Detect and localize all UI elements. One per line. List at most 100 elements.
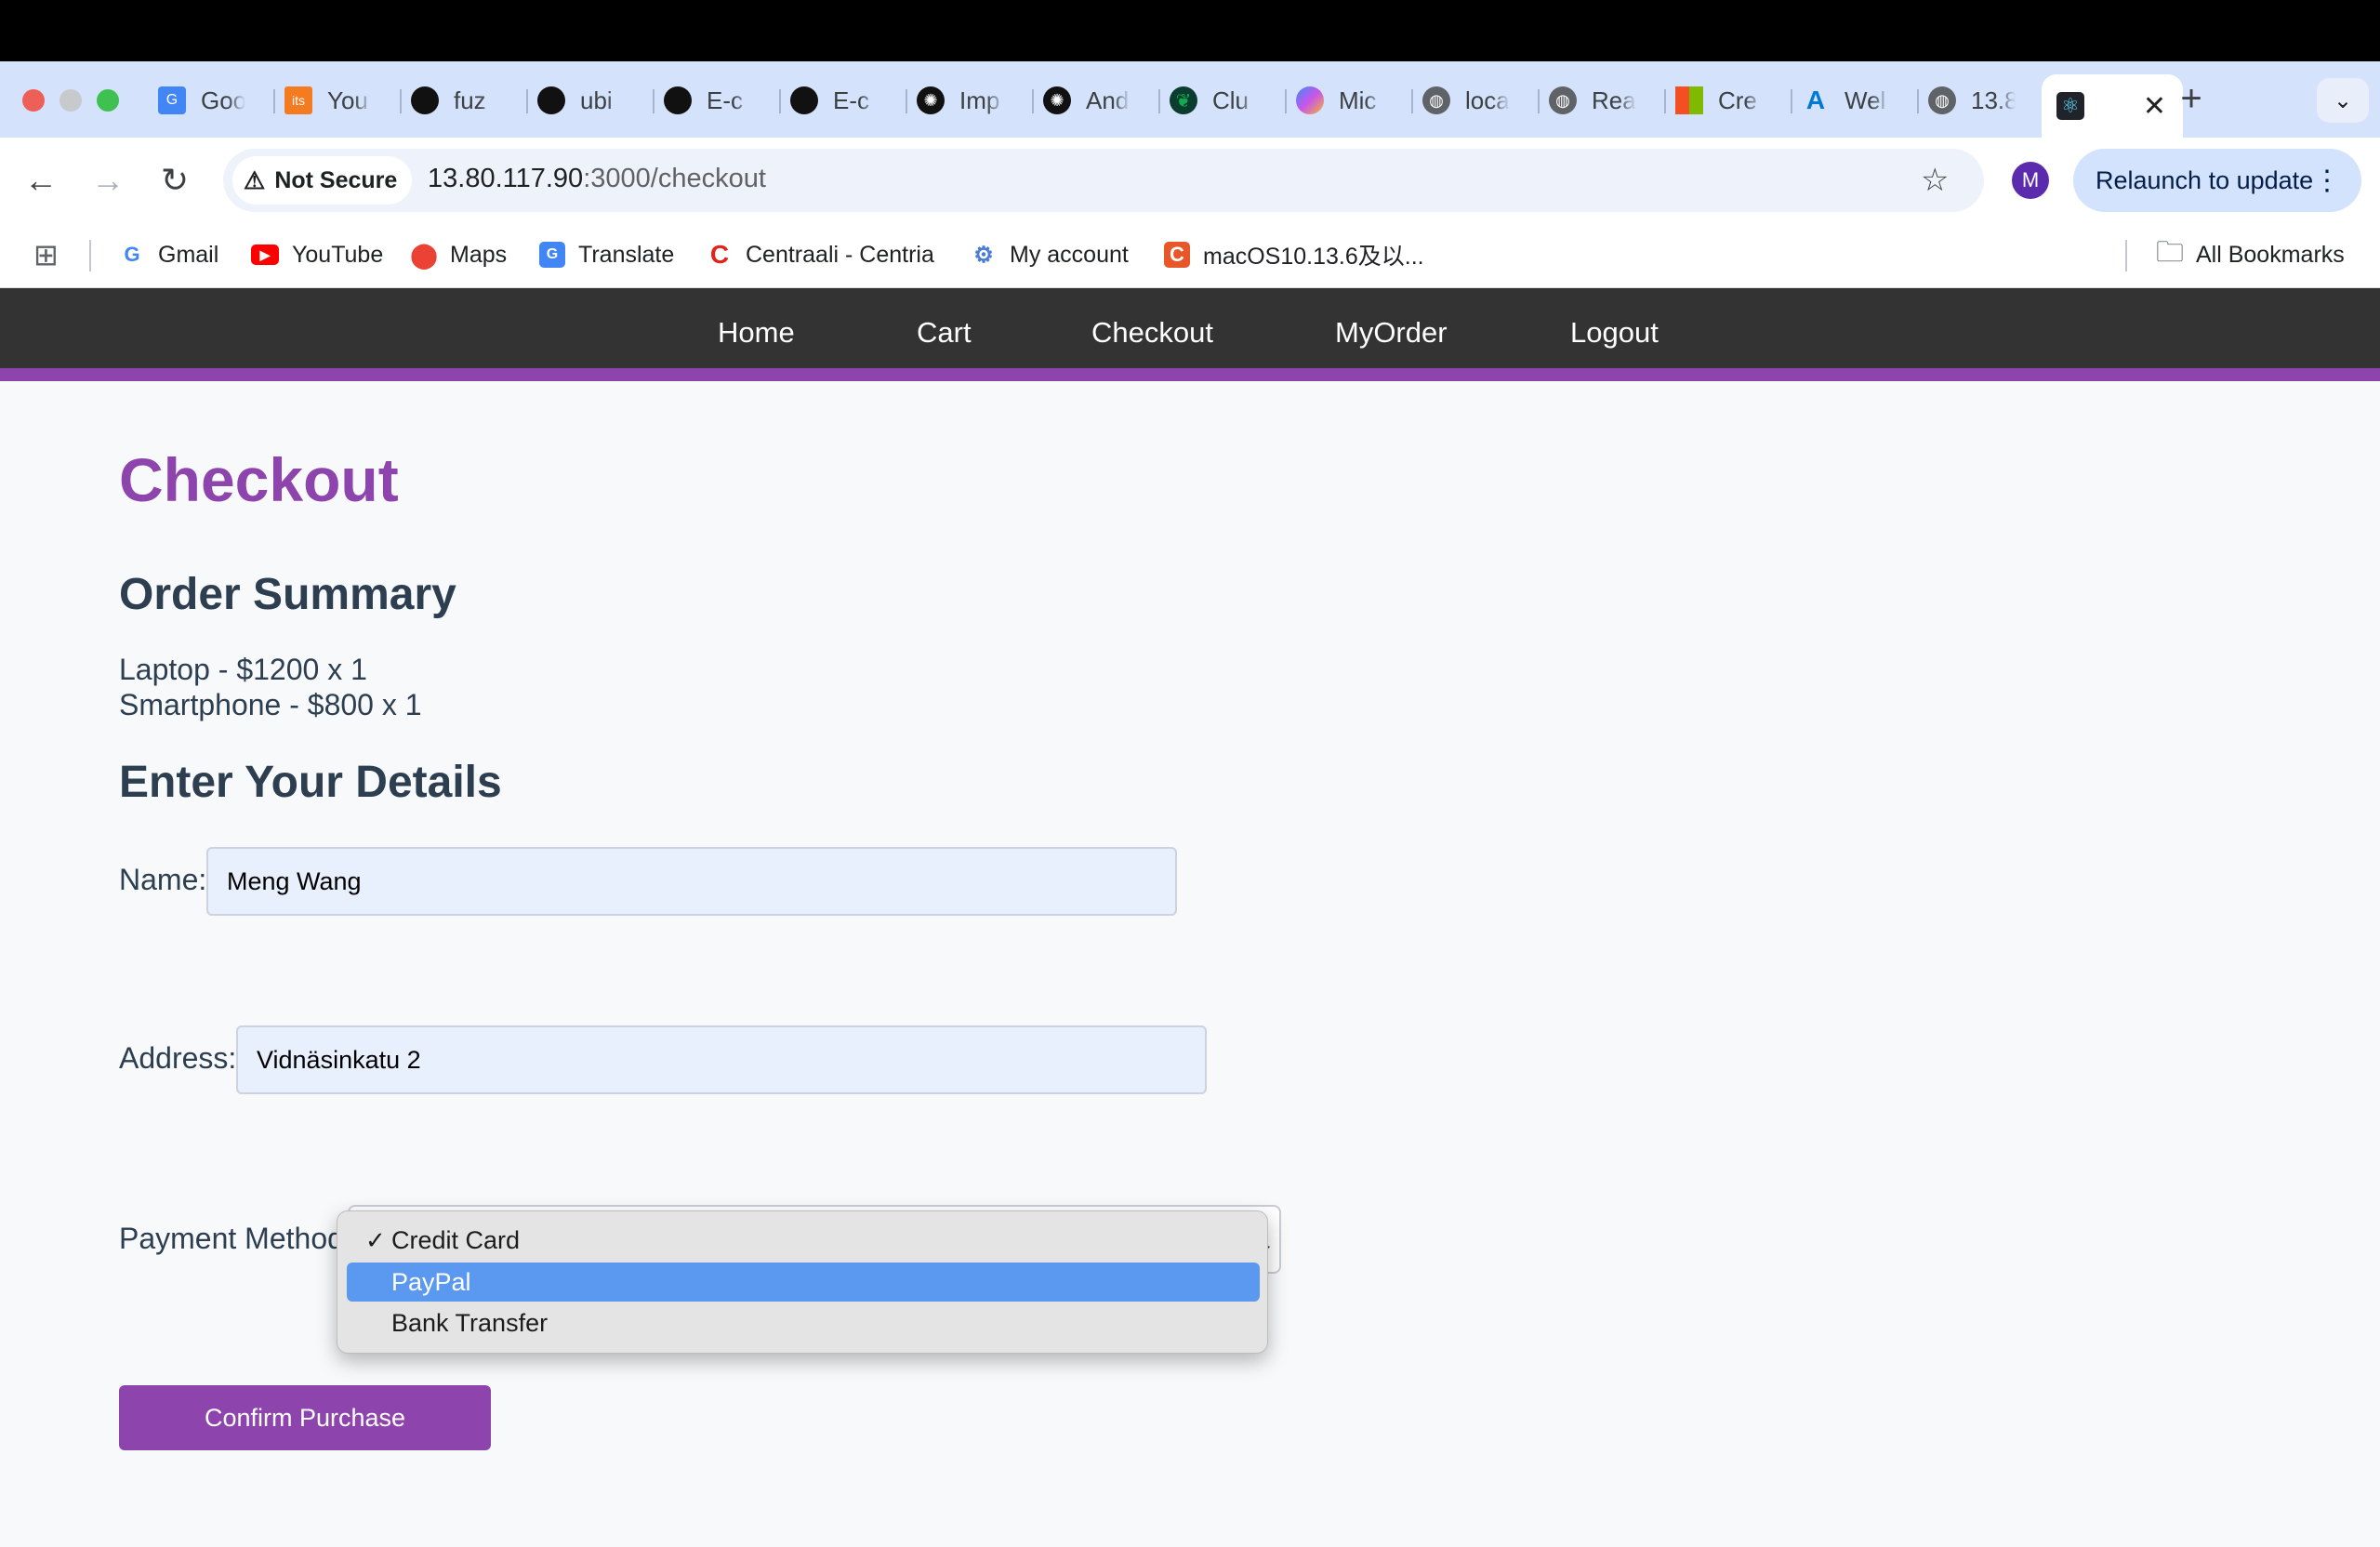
bookmarks-divider bbox=[89, 240, 91, 271]
option-label: Credit Card bbox=[391, 1225, 521, 1254]
url-text[interactable]: 13.80.117.90:3000/checkout bbox=[428, 164, 766, 194]
tab-title: E-c bbox=[707, 86, 743, 114]
tab-title: 13.8 bbox=[1971, 86, 2016, 114]
more-menu-icon[interactable]: ⋮ bbox=[2313, 165, 2341, 197]
checkmark-icon: ✓ bbox=[365, 1225, 386, 1254]
browser-tab[interactable]: G Goo bbox=[149, 74, 275, 126]
bookmark-gmail[interactable]: G Gmail bbox=[119, 238, 218, 271]
bookmark-youtube[interactable]: ▶ YouTube bbox=[251, 238, 383, 271]
nav-home-link[interactable]: Home bbox=[718, 316, 795, 350]
window-close-button[interactable] bbox=[22, 89, 45, 112]
relaunch-button[interactable]: Relaunch to update ⋮ bbox=[2073, 149, 2361, 212]
window-minimize-button[interactable] bbox=[60, 89, 82, 112]
centria-icon: C bbox=[709, 240, 730, 269]
browser-tab[interactable]: ✺ Imp bbox=[907, 74, 1034, 126]
back-icon[interactable]: ← bbox=[19, 158, 63, 203]
bookmark-my-account[interactable]: ⚙ My account bbox=[971, 238, 1129, 271]
bookmark-centria[interactable]: C Centraali - Centria bbox=[707, 238, 934, 271]
url-path: :3000/checkout bbox=[583, 164, 766, 193]
payment-option-bank-transfer[interactable]: Bank Transfer bbox=[347, 1303, 1260, 1342]
globe-icon: ◍ bbox=[1422, 86, 1450, 114]
tab-title: Rea bbox=[1592, 86, 1636, 114]
nav-logout-link[interactable]: Logout bbox=[1570, 316, 1659, 350]
all-bookmarks-button[interactable]: 🗀 All Bookmarks bbox=[2156, 237, 2345, 271]
browser-tab[interactable]: E-c bbox=[781, 74, 907, 126]
bookmark-label: macOS10.13.6及以... bbox=[1203, 244, 1424, 270]
all-bookmarks-label: All Bookmarks bbox=[2196, 241, 2345, 268]
bookmark-maps[interactable]: ⬤ Maps bbox=[410, 238, 508, 271]
bookmark-label: Translate bbox=[578, 241, 675, 268]
tab-title: Clu bbox=[1212, 86, 1250, 114]
bookmark-label: My account bbox=[1010, 241, 1129, 268]
reload-icon[interactable]: ↻ bbox=[152, 158, 197, 203]
tab-title: fuz bbox=[454, 86, 486, 114]
new-tab-icon[interactable]: + bbox=[2170, 78, 2213, 120]
browser-tab[interactable]: ◍ 13.8 bbox=[1919, 74, 2045, 126]
tab-list: G Goo its You fuz ubi E-c E-c ✺ Imp ✺ An… bbox=[149, 74, 2045, 126]
browser-tab[interactable]: ✺ And bbox=[1034, 74, 1160, 126]
browser-tab[interactable]: ubi bbox=[528, 74, 654, 126]
name-field[interactable]: Meng Wang bbox=[206, 847, 1177, 916]
browser-tab[interactable]: Cre bbox=[1666, 74, 1792, 126]
tab-title: Wel bbox=[1844, 86, 1886, 114]
avatar[interactable]: M bbox=[2012, 162, 2049, 199]
globe-icon: ◍ bbox=[1549, 86, 1577, 114]
confirm-purchase-button[interactable]: Confirm Purchase bbox=[119, 1385, 491, 1450]
nav-checkout-link[interactable]: Checkout bbox=[1091, 316, 1213, 350]
option-label: Bank Transfer bbox=[391, 1308, 549, 1337]
globe-icon: ◍ bbox=[1928, 86, 1956, 114]
bookmark-label: Gmail bbox=[158, 241, 219, 268]
bookmark-label: Centraali - Centria bbox=[746, 241, 934, 268]
tab-title: And bbox=[1086, 86, 1130, 114]
screen-top-bar bbox=[0, 0, 2380, 61]
site-navbar: Home Cart Checkout MyOrder Logout bbox=[0, 288, 2380, 381]
github-icon bbox=[790, 86, 818, 114]
security-label: Not Secure bbox=[274, 166, 398, 193]
browser-tab[interactable]: A Wel bbox=[1792, 74, 1919, 126]
browser-tab[interactable]: Mic bbox=[1287, 74, 1413, 126]
bookmarks-divider bbox=[2125, 240, 2127, 271]
bookmark-label: Maps bbox=[450, 241, 508, 268]
microsoft-icon bbox=[1675, 86, 1703, 114]
github-icon bbox=[411, 86, 439, 114]
tab-title: E-c bbox=[833, 86, 869, 114]
url-host: 13.80.117.90 bbox=[428, 164, 584, 193]
browser-tab[interactable]: ◍ loca bbox=[1413, 74, 1540, 126]
address-field[interactable]: Vidnäsinkatu 2 bbox=[236, 1025, 1207, 1094]
payment-option-paypal[interactable]: PayPal bbox=[347, 1263, 1260, 1302]
c-icon: C bbox=[1164, 242, 1190, 268]
browser-tab[interactable]: E-c bbox=[654, 74, 781, 126]
browser-tab[interactable]: its You bbox=[275, 74, 402, 126]
nav-cart-link[interactable]: Cart bbox=[917, 316, 972, 350]
tab-search-icon[interactable]: ⌄ bbox=[2317, 78, 2369, 123]
nav-myorder-link[interactable]: MyOrder bbox=[1335, 316, 1448, 350]
order-summary-heading: Order Summary bbox=[119, 570, 456, 619]
address-label: Address: bbox=[119, 1041, 237, 1075]
close-tab-icon[interactable]: ✕ bbox=[2143, 90, 2166, 123]
its-learning-icon: its bbox=[284, 86, 312, 114]
order-item: Laptop - $1200 x 1 bbox=[119, 653, 367, 686]
openai-icon: ✺ bbox=[1043, 86, 1071, 114]
tab-title: Mic bbox=[1339, 86, 1377, 114]
tab-title: ubi bbox=[580, 86, 613, 114]
bookmark-star-icon[interactable]: ☆ bbox=[1921, 162, 1949, 199]
account-icon: ⚙ bbox=[973, 242, 994, 268]
copilot-icon bbox=[1296, 86, 1324, 114]
tab-title: Cre bbox=[1718, 86, 1757, 114]
tab-title: You bbox=[327, 86, 368, 114]
window-zoom-button[interactable] bbox=[97, 89, 119, 112]
tab-title: loca bbox=[1465, 86, 1510, 114]
browser-tab[interactable]: fuz bbox=[402, 74, 528, 126]
browser-tab[interactable]: ❦ Clu bbox=[1160, 74, 1287, 126]
bookmark-translate[interactable]: G Translate bbox=[539, 238, 674, 271]
active-browser-tab[interactable]: ⚛ ✕ bbox=[2042, 74, 2183, 138]
github-icon bbox=[664, 86, 692, 114]
forward-icon[interactable]: → bbox=[86, 158, 130, 203]
bookmark-macos[interactable]: C macOS10.13.6及以... bbox=[1164, 238, 1424, 271]
maps-icon: ⬤ bbox=[410, 240, 438, 269]
apps-icon[interactable]: ⊞ bbox=[33, 238, 59, 271]
site-info-button[interactable]: ⚠ Not Secure bbox=[232, 156, 413, 205]
browser-tab[interactable]: ◍ Rea bbox=[1540, 74, 1666, 126]
react-icon: ⚛ bbox=[2056, 92, 2084, 120]
payment-option-credit-card[interactable]: ✓ Credit Card bbox=[347, 1221, 1260, 1260]
